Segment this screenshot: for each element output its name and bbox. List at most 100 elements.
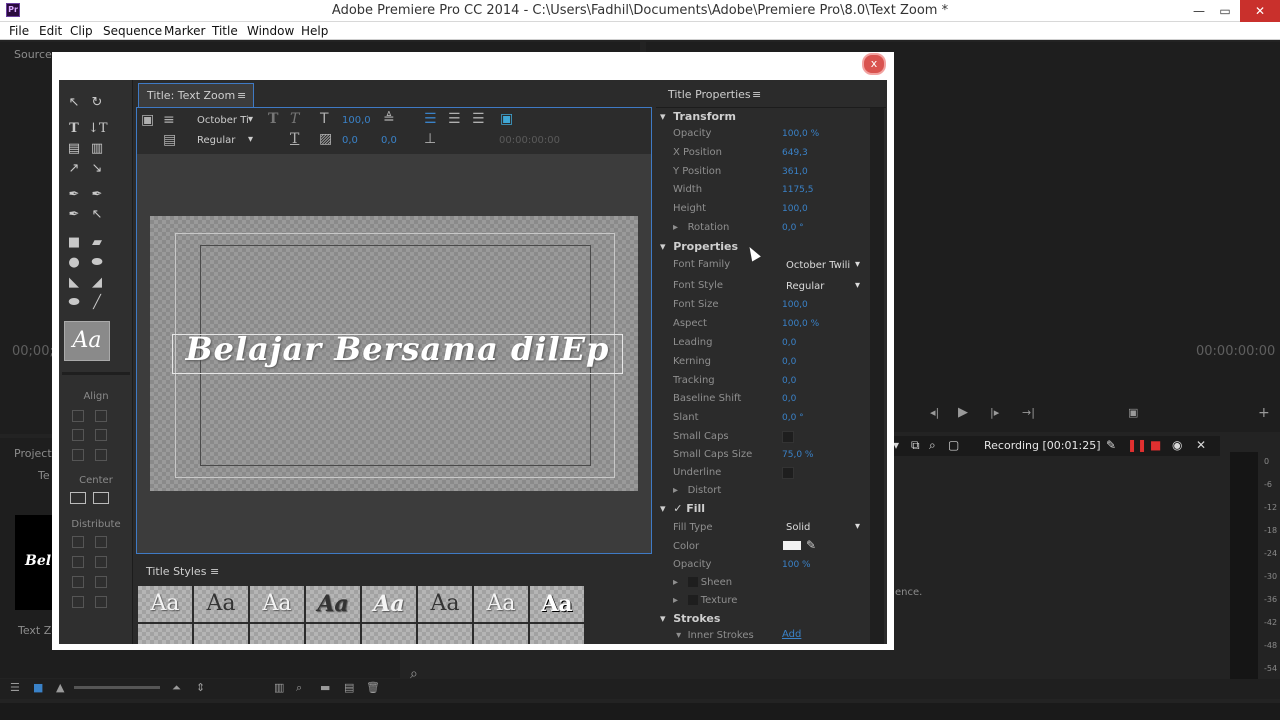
stop-icon[interactable]: ■ — [1150, 438, 1161, 452]
properties-section-toggle[interactable]: ▾ Properties — [660, 240, 738, 253]
timecode-display[interactable]: 00:00:00:00 — [499, 135, 560, 146]
recording-close-icon[interactable]: ✕ — [1196, 438, 1206, 452]
sheen-checkbox[interactable] — [687, 577, 698, 587]
menu-edit[interactable]: Edit — [39, 24, 62, 38]
region-icon[interactable]: ▢ — [948, 438, 959, 452]
align-hcenter-icon[interactable] — [72, 429, 84, 441]
align-right-icon[interactable] — [72, 449, 84, 461]
sort-icon[interactable]: ⇕ — [196, 681, 205, 694]
small-caps-size-value[interactable]: 75,0 % — [782, 450, 813, 460]
style-swatch[interactable]: Aa — [138, 586, 192, 622]
windows-icon[interactable]: ⧉ — [911, 438, 920, 453]
chevron-down-icon[interactable]: ▾ — [248, 134, 253, 145]
rounded-corner-tool-icon[interactable]: ⬬ — [88, 254, 106, 272]
dialog-close-button[interactable]: x — [862, 53, 886, 75]
menu-clip[interactable]: Clip — [70, 24, 93, 38]
distribute-top-icon[interactable] — [95, 536, 107, 548]
panel-menu-icon[interactable]: ≡ — [210, 565, 219, 578]
line-tool-icon[interactable]: ╱ — [88, 294, 106, 312]
baseline-shift-value[interactable]: 0,0 — [782, 394, 796, 404]
slant-value[interactable]: 0,0 ° — [782, 413, 804, 423]
bin-icon[interactable]: ▥ — [274, 681, 284, 694]
font-style-dropdown[interactable]: Regular — [197, 135, 235, 146]
zoom-icon[interactable]: ⌕ — [929, 438, 936, 453]
sheen-toggle[interactable]: ▸ Sheen — [673, 577, 732, 588]
style-swatch[interactable]: Aa — [362, 586, 416, 622]
fill-section-toggle[interactable]: ▾ ✓ Fill — [660, 502, 705, 515]
opacity-value[interactable]: 100,0 % — [782, 129, 819, 139]
aspect-value[interactable]: 100,0 % — [782, 319, 819, 329]
wedge-tool-icon[interactable]: ◣ — [65, 274, 83, 292]
style-swatch[interactable] — [362, 624, 416, 644]
vertical-type-tool-icon[interactable]: ↓T — [88, 120, 108, 138]
step-back-icon[interactable]: ◂| — [930, 406, 939, 419]
rotation-tool-icon[interactable]: ↻ — [88, 94, 106, 112]
align-left-text-icon[interactable]: ☰ — [424, 111, 437, 127]
style-swatch[interactable]: Aa — [530, 586, 584, 622]
project-tab[interactable]: Te — [38, 469, 50, 482]
rotation-toggle[interactable]: ▸ Rotation — [673, 222, 729, 233]
center-vertical-icon[interactable] — [93, 492, 109, 504]
kerning-value[interactable]: 0,0 — [342, 135, 358, 146]
new-title-icon[interactable]: ▣ — [141, 112, 154, 128]
pause-icon[interactable]: ❚❚ — [1127, 438, 1147, 452]
menu-file[interactable]: File — [9, 24, 29, 38]
style-swatch[interactable]: Aa — [250, 586, 304, 622]
clip-thumbnail[interactable]: Bel — [15, 515, 55, 610]
pen-icon[interactable]: ✎ — [1106, 438, 1116, 452]
add-button-icon[interactable]: + — [1258, 405, 1270, 421]
vertical-area-type-tool-icon[interactable]: ▥ — [88, 140, 106, 158]
ellipse-tool-icon[interactable]: ⬬ — [65, 294, 83, 312]
arc-tool-icon[interactable]: ◢ — [88, 274, 106, 292]
underline-icon[interactable]: T — [290, 131, 299, 147]
maximize-button[interactable]: ▭ — [1210, 0, 1240, 22]
bold-icon[interactable]: T — [268, 111, 278, 127]
trash-icon[interactable]: 🗑 — [366, 681, 380, 694]
distribute-vcenter-icon[interactable] — [95, 556, 107, 568]
leading-prop-value[interactable]: 0,0 — [782, 338, 796, 348]
inner-strokes-toggle[interactable]: ▾ Inner Strokes — [673, 630, 754, 641]
selection-tool-icon[interactable]: ↖ — [65, 94, 83, 112]
menu-marker[interactable]: Marker — [164, 24, 205, 38]
pen-tool-icon[interactable]: ✒ — [65, 186, 83, 204]
step-forward-icon[interactable]: |▸ — [990, 406, 999, 419]
background-video-icon[interactable]: ▣ — [500, 111, 513, 127]
style-swatch[interactable] — [306, 624, 360, 644]
automate-icon[interactable]: ⏶ — [172, 681, 181, 695]
font-style-select[interactable]: Regular ▾ — [782, 279, 862, 295]
rectangle-tool-icon[interactable]: ■ — [65, 234, 83, 252]
chevron-down-icon[interactable]: ▾ — [248, 114, 253, 125]
kerning-prop-value[interactable]: 0,0 — [782, 357, 796, 367]
clipped-corner-tool-icon[interactable]: ● — [65, 254, 83, 272]
inner-strokes-add-link[interactable]: Add — [782, 629, 801, 640]
find-icon[interactable]: ⌕ — [296, 681, 302, 695]
roll-crawl-icon[interactable]: ≡ — [163, 112, 175, 128]
style-swatch[interactable] — [194, 624, 248, 644]
menu-sequence[interactable]: Sequence — [103, 24, 162, 38]
tracking-value[interactable]: 0,0 — [782, 376, 796, 386]
delete-anchor-tool-icon[interactable]: ✒ — [88, 186, 106, 204]
align-center-text-icon[interactable]: ☰ — [448, 111, 461, 127]
x-position-value[interactable]: 649,3 — [782, 148, 808, 158]
go-to-out-icon[interactable]: →| — [1022, 406, 1035, 419]
menu-window[interactable]: Window — [247, 24, 294, 38]
texture-checkbox[interactable] — [687, 595, 698, 605]
fill-checkbox[interactable]: ✓ — [673, 502, 682, 515]
zoom-tool-icon[interactable]: ⌕ — [410, 666, 418, 682]
canvas-title-text[interactable]: Belajar Bersama dilEp — [172, 330, 623, 368]
panel-menu-icon[interactable]: ≡ — [237, 89, 246, 102]
list-view-icon[interactable]: ☰ — [10, 681, 20, 694]
font-size-prop-value[interactable]: 100,0 — [782, 300, 808, 310]
small-caps-checkbox[interactable] — [782, 431, 794, 443]
align-left-icon[interactable] — [72, 410, 84, 422]
tab-title-text-zoom[interactable]: Title: Text Zoom ≡ — [138, 83, 254, 107]
path-type-tool-icon[interactable]: ↗ — [65, 160, 83, 178]
menu-title[interactable]: Title — [212, 24, 238, 38]
fill-type-select[interactable]: Solid ▾ — [782, 520, 862, 536]
y-position-value[interactable]: 361,0 — [782, 167, 808, 177]
strokes-section-toggle[interactable]: ▾ Strokes — [660, 612, 720, 625]
zoom-slider[interactable] — [74, 686, 160, 689]
new-bin-icon[interactable]: ▬ — [320, 681, 330, 694]
style-swatch[interactable] — [474, 624, 528, 644]
font-family-select[interactable]: October Twili ▾ — [782, 258, 862, 274]
